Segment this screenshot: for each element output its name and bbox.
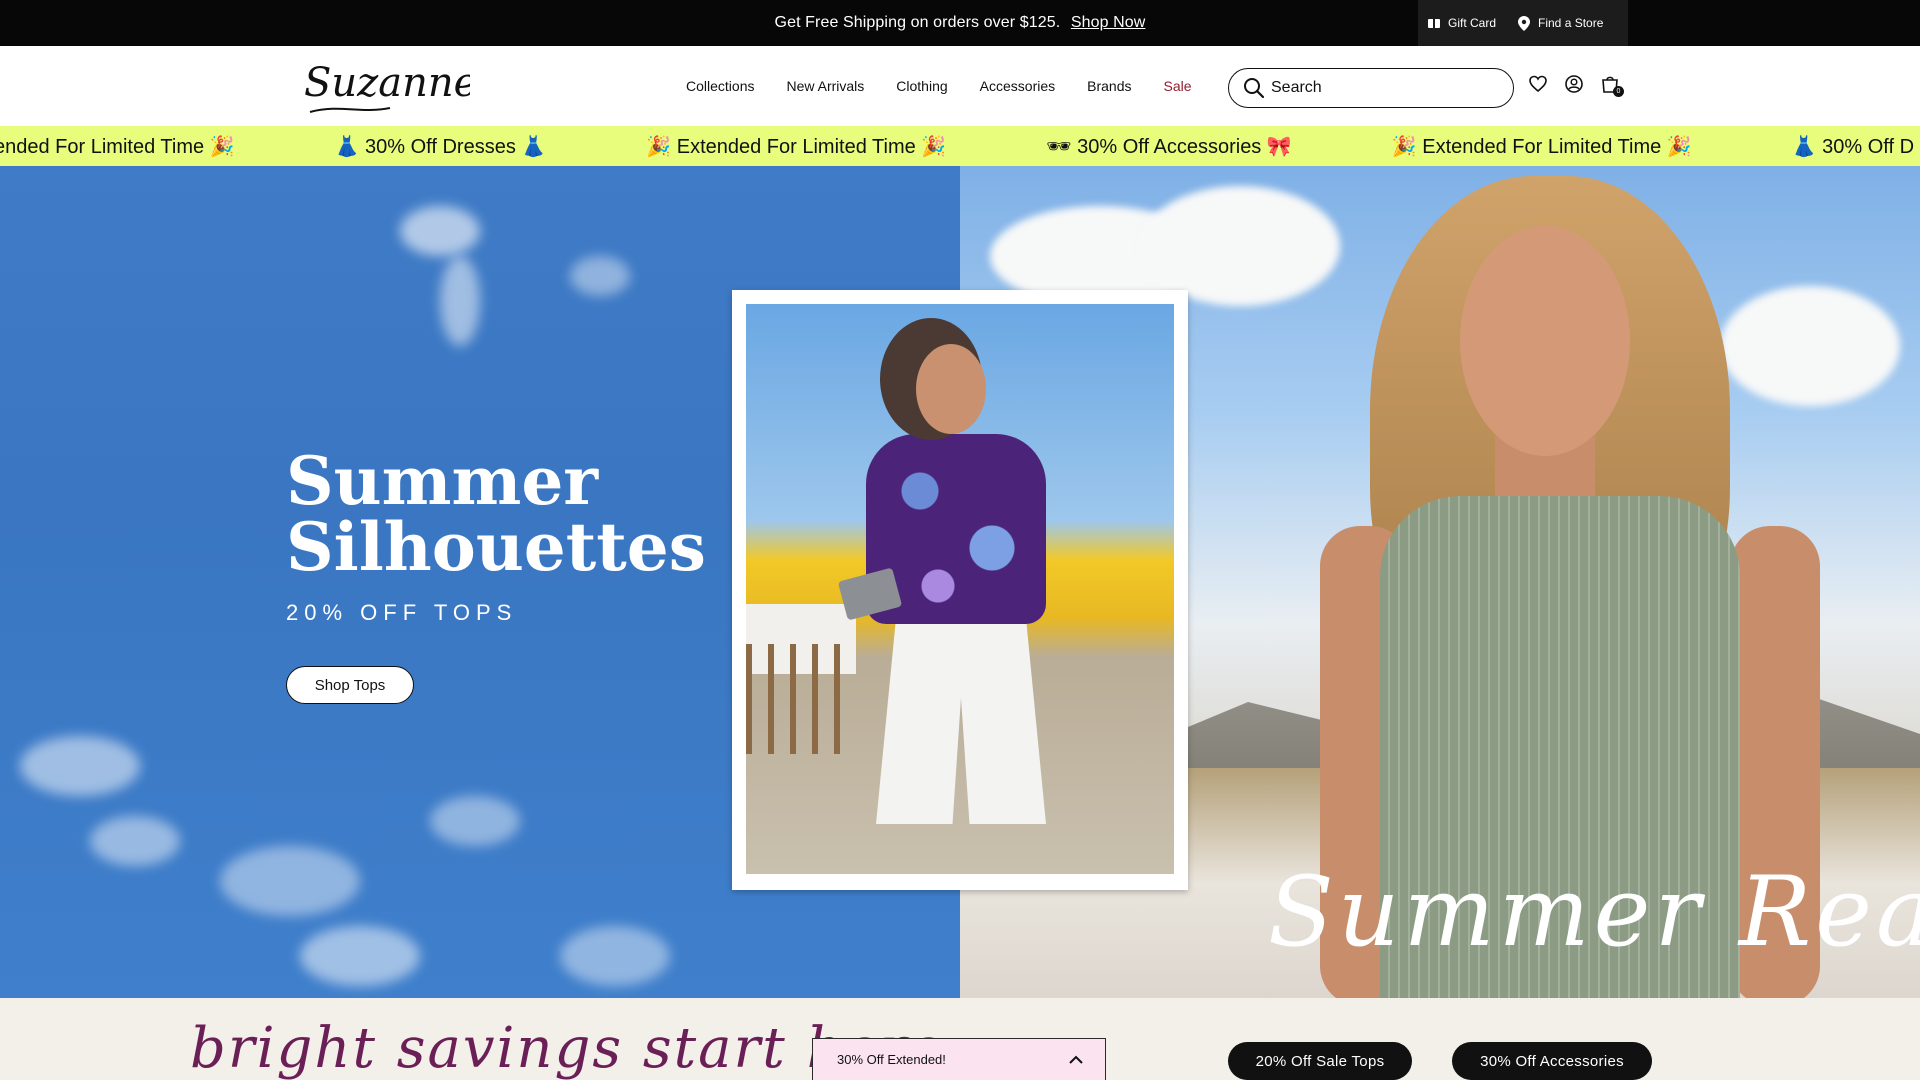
hero-copy: Summer Silhouettes 20% OFF TOPS (286, 448, 706, 626)
header-icons: 0 (1528, 74, 1624, 97)
ribbon-message: 🎉 Extended For Limited Time 🎉 (1391, 135, 1692, 158)
logo-wordmark: Suzanne's (304, 60, 509, 113)
find-store-label: Find a Store (1538, 16, 1604, 30)
nav-clothing[interactable]: Clothing (896, 78, 947, 94)
logo[interactable]: Suzanne's (300, 52, 509, 118)
gift-card-link[interactable]: Gift Card (1428, 16, 1496, 30)
location-pin-icon (1518, 15, 1531, 31)
hero-script-text: Summer Ready (1268, 856, 1920, 968)
cart-count-badge: 0 (1613, 86, 1624, 97)
hero-title: Summer Silhouettes (286, 448, 706, 580)
logo-text: Suzanne's (304, 60, 470, 106)
nav-sale[interactable]: Sale (1163, 78, 1191, 94)
polaroid-photo-frame (732, 290, 1188, 890)
hero-title-line: Summer (286, 442, 599, 520)
polaroid-photo (746, 304, 1174, 874)
gift-card-icon (1428, 18, 1440, 28)
hero-banner[interactable]: Summer Silhouettes 20% OFF TOPS Shop Top… (0, 166, 1920, 998)
accessories-offer-button[interactable]: 30% Off Accessories (1452, 1042, 1652, 1080)
utility-links: Gift Card Find a Store (1418, 0, 1628, 46)
search-box[interactable] (1228, 68, 1514, 108)
wishlist-button[interactable] (1528, 74, 1548, 94)
promo-message: Get Free Shipping on orders over $125. S… (0, 0, 1920, 46)
promo-ribbon: ended For Limited Time 🎉 👗 30% Off Dress… (0, 126, 1920, 166)
main-nav: Collections New Arrivals Clothing Access… (686, 46, 1192, 126)
savings-section: bright savings start here 30% Off Extend… (0, 998, 1920, 1080)
cart-button[interactable]: 0 (1600, 74, 1624, 97)
ribbon-message: 🕶 30% Off Accessories 🎀 (1046, 135, 1292, 158)
nav-collections[interactable]: Collections (686, 78, 754, 94)
site-header: Suzanne's Collections New Arrivals Cloth… (0, 46, 1920, 126)
offers-dropdown[interactable]: 30% Off Extended! (812, 1038, 1106, 1080)
nav-accessories[interactable]: Accessories (980, 78, 1055, 94)
account-icon (1565, 75, 1583, 93)
ribbon-message: 👗 30% Off Dresses 👗 (334, 135, 547, 158)
nav-new-arrivals[interactable]: New Arrivals (786, 78, 864, 94)
ribbon-track: ended For Limited Time 🎉 👗 30% Off Dress… (0, 126, 1920, 166)
gift-card-label: Gift Card (1448, 16, 1497, 30)
hero-subtitle: 20% OFF TOPS (286, 600, 518, 625)
ribbon-message: 🎉 Extended For Limited Time 🎉 (646, 135, 947, 158)
account-button[interactable] (1564, 74, 1584, 94)
promo-text: Get Free Shipping on orders over $125. (774, 14, 1061, 31)
sale-tops-button[interactable]: 20% Off Sale Tops (1228, 1042, 1412, 1080)
ribbon-message: 👗 30% Off D (1791, 135, 1915, 158)
shop-now-link[interactable]: Shop Now (1071, 14, 1146, 31)
search-icon (1244, 78, 1265, 99)
nav-brands[interactable]: Brands (1087, 78, 1131, 94)
ribbon-message: ended For Limited Time 🎉 (0, 135, 235, 158)
search-input[interactable] (1271, 79, 1491, 97)
find-store-link[interactable]: Find a Store (1518, 15, 1604, 31)
announcement-bar: Get Free Shipping on orders over $125. S… (0, 0, 1920, 46)
chevron-up-icon (1069, 1055, 1083, 1064)
hero-title-line: Silhouettes (286, 508, 706, 586)
shop-tops-button[interactable]: Shop Tops (286, 666, 414, 704)
offers-dropdown-label: 30% Off Extended! (837, 1052, 946, 1067)
heart-icon (1529, 75, 1547, 93)
